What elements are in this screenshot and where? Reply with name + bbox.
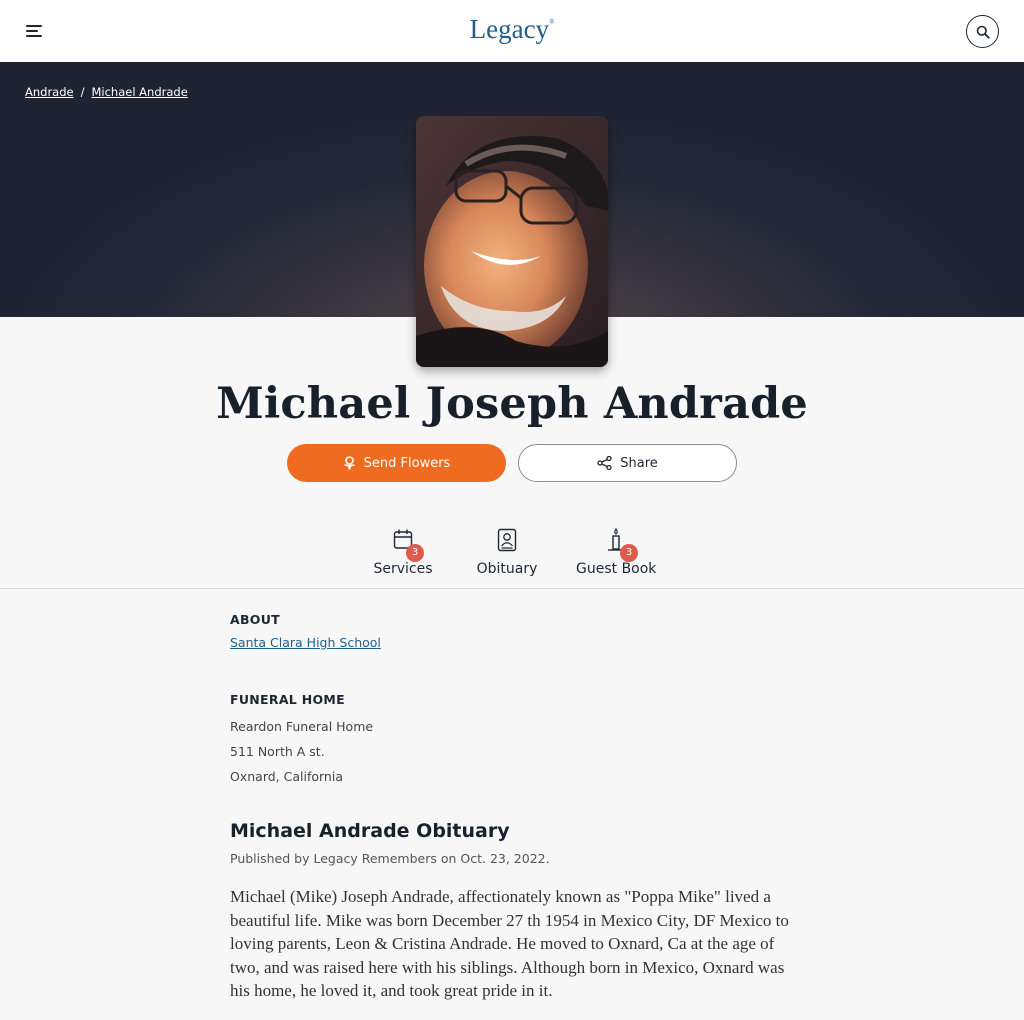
funeral-home-city: Oxnard, California (230, 769, 343, 784)
legacy-logo[interactable]: Legacy® (0, 14, 1024, 45)
share-button[interactable]: Share (518, 444, 737, 482)
services-count-badge: 3 (406, 544, 424, 562)
funeral-home-name: Reardon Funeral Home (230, 719, 374, 734)
obituary-icon (497, 528, 517, 552)
tab-services[interactable]: 3 Services (368, 528, 438, 577)
tab-guest-book-label: Guest Book (576, 561, 657, 577)
search-icon (976, 25, 990, 39)
share-icon (597, 456, 612, 470)
tab-guest-book[interactable]: 3 Guest Book (576, 528, 656, 577)
search-button[interactable] (966, 15, 999, 48)
obituary-content: ABOUT Santa Clara High School FUNERAL HO… (230, 612, 800, 1000)
tab-obituary[interactable]: Obituary (472, 528, 542, 577)
published-info: Published by Legacy Remembers on Oct. 23… (230, 851, 550, 866)
school-link[interactable]: Santa Clara High School (230, 635, 381, 650)
breadcrumb-separator: / (80, 85, 85, 99)
about-heading: ABOUT (230, 612, 281, 627)
send-flowers-button[interactable]: Send Flowers (287, 444, 506, 482)
breadcrumb-item-andrade[interactable]: Andrade (25, 85, 74, 99)
funeral-home-details: Reardon Funeral Home 511 North A st. Oxn… (230, 714, 373, 789)
obituary-title: Michael Andrade Obituary (230, 820, 510, 842)
logo-text: Legacy (469, 14, 550, 44)
tab-obituary-label: Obituary (476, 561, 538, 577)
funeral-home-heading: FUNERAL HOME (230, 692, 345, 707)
tab-services-label: Services (373, 561, 433, 577)
tab-bar: 3 Services Obituary 3 Guest Book (0, 528, 1024, 589)
top-navigation-bar: Legacy® (0, 0, 1024, 62)
obituary-text: Michael (Mike) Joseph Andrade, affection… (230, 887, 789, 1001)
registered-mark: ® (549, 18, 555, 26)
deceased-name: Michael Joseph Andrade (216, 379, 808, 429)
funeral-home-address: 511 North A st. (230, 744, 325, 759)
profile-photo (416, 116, 608, 367)
flower-icon (344, 456, 355, 470)
guest-book-count-badge: 3 (620, 544, 638, 562)
breadcrumb: Andrade / Michael Andrade (25, 85, 188, 99)
share-label: Share (620, 455, 658, 471)
send-flowers-label: Send Flowers (363, 455, 451, 471)
breadcrumb-item-michael-andrade[interactable]: Michael Andrade (91, 85, 187, 99)
